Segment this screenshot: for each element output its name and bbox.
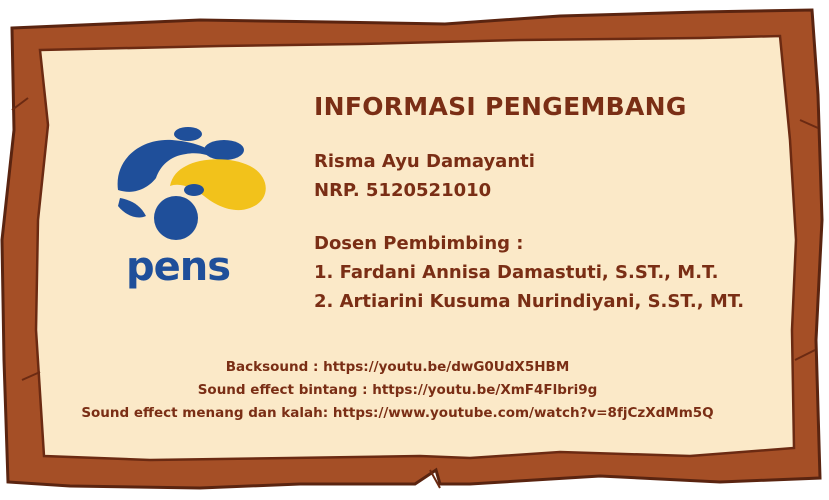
credit-backsound: Backsound : https://youtu.be/dwG0UdX5HBM [225,359,570,375]
audio-credits: Backsound : https://youtu.be/dwG0UdX5HBM… [0,356,795,425]
supervisor-item: 1. Fardani Annisa Damastuti, S.ST., M.T. [314,262,719,283]
panel-title: INFORMASI PENGEMBANG [314,92,687,121]
supervisors-info: Dosen Pembimbing : 1. Fardani Annisa Dam… [314,229,744,316]
supervisors-heading: Dosen Pembimbing : [314,233,524,254]
developer-id: NRP. 5120521010 [314,180,492,201]
supervisor-item: 2. Artiarini Kusuma Nurindiyani, S.ST., … [314,291,745,312]
pens-logo: pens [117,127,266,290]
developer-info: Risma Ayu Damayanti NRP. 5120521010 [314,147,535,205]
developer-name: Risma Ayu Damayanti [314,151,535,172]
pens-wordmark: pens [126,244,230,290]
credit-star-sfx: Sound effect bintang : https://youtu.be/… [197,382,598,398]
developer-info-panel: pens INFORMASI PENGEMBANG Risma Ayu Dama… [0,0,829,500]
credit-win-lose-sfx: Sound effect menang dan kalah: https://w… [81,405,714,421]
